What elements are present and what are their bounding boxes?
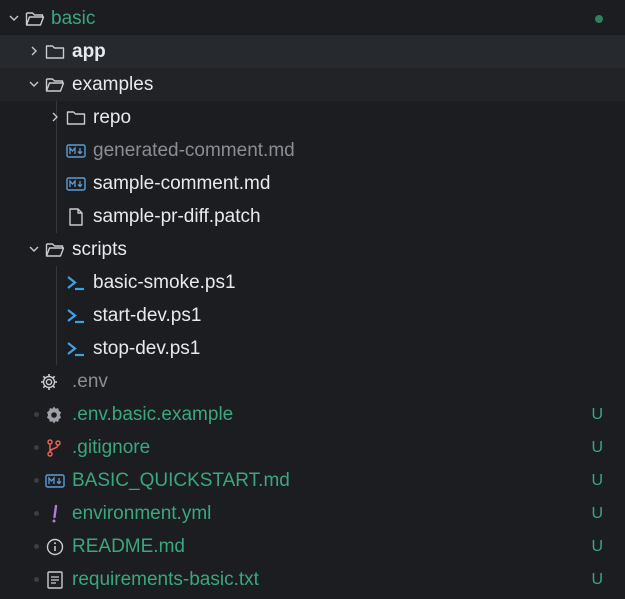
chevron-down-icon[interactable] xyxy=(28,243,40,255)
indent-bullet xyxy=(34,544,39,549)
git-status-badge: U xyxy=(591,505,603,522)
powershell-icon xyxy=(66,306,86,326)
tree-item-label: app xyxy=(72,41,106,62)
folder-icon xyxy=(45,42,65,62)
tree-item-app[interactable]: app xyxy=(0,35,625,68)
chevron-right-icon[interactable] xyxy=(49,111,61,123)
tree-item-sample-comment[interactable]: sample-comment.md xyxy=(0,167,625,200)
tree-item-env-basic-example[interactable]: .env.basic.example U xyxy=(0,398,625,431)
tree-item-label: .env xyxy=(72,371,108,392)
markdown-icon xyxy=(45,471,65,491)
tree-item-stop-dev[interactable]: stop-dev.ps1 xyxy=(0,332,625,365)
tree-item-label: environment.yml xyxy=(72,503,212,524)
folder-open-icon xyxy=(25,9,45,29)
tree-item-start-dev[interactable]: start-dev.ps1 xyxy=(0,299,625,332)
git-status-badge: U xyxy=(591,439,603,456)
exclamation-icon xyxy=(45,504,65,524)
tree-item-basic-quickstart[interactable]: BASIC_QUICKSTART.md U xyxy=(0,464,625,497)
folder-icon xyxy=(66,108,86,128)
tree-item-label: examples xyxy=(72,74,154,95)
tree-item-scripts[interactable]: scripts xyxy=(0,233,625,266)
file-icon xyxy=(66,207,86,227)
modified-dot xyxy=(595,15,603,23)
powershell-icon xyxy=(66,339,86,359)
text-file-icon xyxy=(45,570,65,590)
tree-item-label: stop-dev.ps1 xyxy=(93,338,201,359)
git-status-badge: U xyxy=(591,406,603,423)
chevron-down-icon[interactable] xyxy=(28,78,40,90)
chevron-right-icon[interactable] xyxy=(28,45,40,57)
git-status-badge: U xyxy=(591,538,603,555)
tree-item-label: BASIC_QUICKSTART.md xyxy=(72,470,290,491)
markdown-icon xyxy=(66,174,86,194)
tree-item-env[interactable]: .env xyxy=(0,365,625,398)
folder-open-icon xyxy=(45,240,65,260)
tree-item-readme[interactable]: README.md U xyxy=(0,530,625,563)
tree-item-repo[interactable]: repo xyxy=(0,101,625,134)
markdown-icon xyxy=(66,141,86,161)
git-status-badge: U xyxy=(591,571,603,588)
git-branch-icon xyxy=(44,438,64,458)
tree-item-environment-yml[interactable]: environment.yml U xyxy=(0,497,625,530)
file-explorer-tree: basic app examples repo generated-commen… xyxy=(0,0,625,599)
tree-item-label: requirements-basic.txt xyxy=(72,569,259,590)
tree-item-label: start-dev.ps1 xyxy=(93,305,202,326)
indent-bullet xyxy=(34,577,39,582)
tree-item-label: sample-pr-diff.patch xyxy=(93,206,261,227)
tree-item-requirements-basic[interactable]: requirements-basic.txt U xyxy=(0,563,625,596)
tree-item-basic-smoke[interactable]: basic-smoke.ps1 xyxy=(0,266,625,299)
git-status-badge: U xyxy=(591,472,603,489)
folder-open-icon xyxy=(45,75,65,95)
indent-bullet xyxy=(34,445,39,450)
tree-root-basic[interactable]: basic xyxy=(0,2,625,35)
tree-item-sample-pr-diff[interactable]: sample-pr-diff.patch xyxy=(0,200,625,233)
indent-bullet xyxy=(34,478,39,483)
tree-item-label: README.md xyxy=(72,536,185,557)
tree-item-label: generated-comment.md xyxy=(93,140,295,161)
gear-icon xyxy=(39,372,59,392)
chevron-down-icon[interactable] xyxy=(8,12,20,24)
tree-item-gitignore[interactable]: .gitignore U xyxy=(0,431,625,464)
tree-item-label: repo xyxy=(93,107,132,128)
indent-bullet xyxy=(34,412,39,417)
powershell-icon xyxy=(66,273,86,293)
tree-item-generated-comment[interactable]: generated-comment.md xyxy=(0,134,625,167)
gear-icon xyxy=(44,405,64,425)
tree-root-label: basic xyxy=(51,8,96,29)
indent-bullet xyxy=(34,511,39,516)
tree-item-label: sample-comment.md xyxy=(93,173,271,194)
tree-item-label: scripts xyxy=(72,239,127,260)
tree-item-label: .env.basic.example xyxy=(72,404,234,425)
info-icon xyxy=(45,537,65,557)
tree-item-examples[interactable]: examples xyxy=(0,68,625,101)
tree-item-label: .gitignore xyxy=(72,437,151,458)
tree-item-label: basic-smoke.ps1 xyxy=(93,272,236,293)
